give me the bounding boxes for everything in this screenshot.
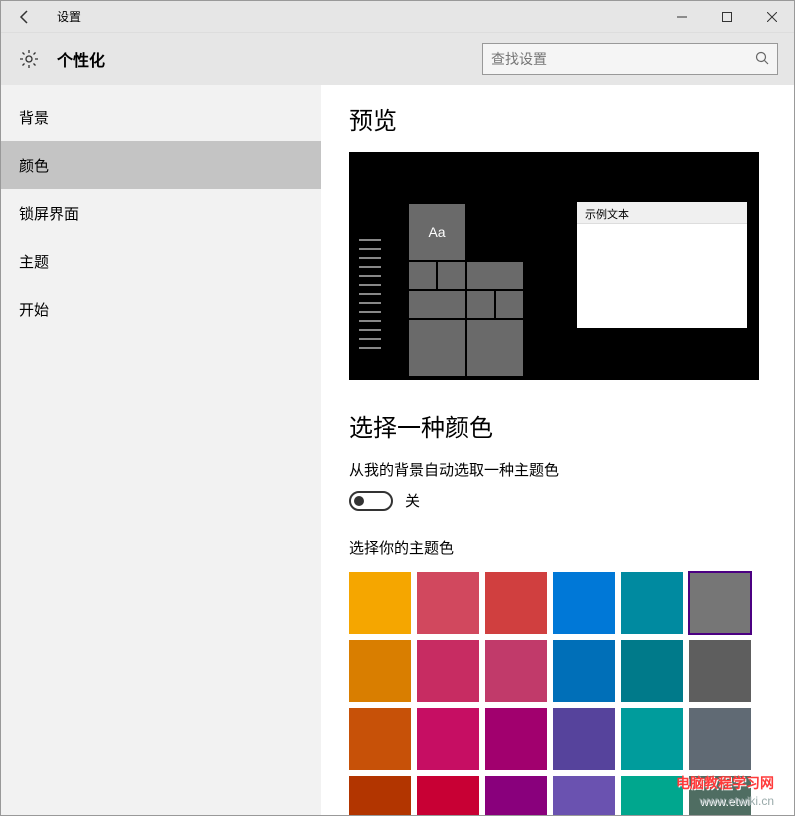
toggle-state-label: 关 xyxy=(405,490,420,511)
color-swatch[interactable] xyxy=(485,640,547,702)
page-title: 个性化 xyxy=(57,47,482,71)
preview-window-title: 示例文本 xyxy=(577,202,747,224)
accent-color-label: 选择你的主题色 xyxy=(349,537,766,558)
maximize-button[interactable] xyxy=(704,1,749,33)
color-swatch[interactable] xyxy=(689,776,751,815)
color-swatch[interactable] xyxy=(689,572,751,634)
color-swatches xyxy=(349,572,766,815)
preview-panel: Aa 示例文本 xyxy=(349,152,759,380)
color-swatch[interactable] xyxy=(621,776,683,815)
window-title: 设置 xyxy=(49,8,659,25)
color-swatch[interactable] xyxy=(689,640,751,702)
header: 个性化 xyxy=(1,33,794,85)
window-controls xyxy=(659,1,794,33)
color-swatch[interactable] xyxy=(553,776,615,815)
sidebar-item-0[interactable]: 背景 xyxy=(1,93,321,141)
color-swatch[interactable] xyxy=(349,640,411,702)
preview-start-menu: Aa xyxy=(409,204,537,356)
color-swatch[interactable] xyxy=(349,776,411,815)
auto-pick-toggle-row: 关 xyxy=(349,490,766,511)
preview-heading: 预览 xyxy=(349,101,766,136)
sidebar-item-4[interactable]: 开始 xyxy=(1,285,321,333)
color-swatch[interactable] xyxy=(621,572,683,634)
choose-color-heading: 选择一种颜色 xyxy=(349,408,766,443)
color-swatch[interactable] xyxy=(553,572,615,634)
color-swatch[interactable] xyxy=(485,776,547,815)
search-input[interactable] xyxy=(491,51,755,67)
color-swatch[interactable] xyxy=(349,572,411,634)
color-swatch[interactable] xyxy=(621,640,683,702)
titlebar: 设置 xyxy=(1,1,794,33)
preview-taskbar-lines xyxy=(359,232,389,356)
sidebar-item-1[interactable]: 颜色 xyxy=(1,141,321,189)
close-button[interactable] xyxy=(749,1,794,33)
color-swatch[interactable] xyxy=(553,640,615,702)
color-swatch[interactable] xyxy=(485,572,547,634)
sidebar-item-3[interactable]: 主题 xyxy=(1,237,321,285)
main-content: 预览 Aa 示例文本 选择一种颜色 从我的背景自动选取一种主题色 关 选择你的主… xyxy=(321,85,794,815)
color-swatch[interactable] xyxy=(621,708,683,770)
color-swatch[interactable] xyxy=(417,776,479,815)
search-box[interactable] xyxy=(482,43,778,75)
gear-icon xyxy=(17,47,41,71)
preview-aa-tile: Aa xyxy=(409,204,465,260)
auto-pick-toggle[interactable] xyxy=(349,491,393,511)
auto-pick-label: 从我的背景自动选取一种主题色 xyxy=(349,459,766,480)
color-swatch[interactable] xyxy=(349,708,411,770)
sidebar-item-2[interactable]: 锁屏界面 xyxy=(1,189,321,237)
color-swatch[interactable] xyxy=(485,708,547,770)
preview-window: 示例文本 xyxy=(577,202,747,328)
color-swatch[interactable] xyxy=(417,708,479,770)
color-swatch[interactable] xyxy=(553,708,615,770)
color-swatch[interactable] xyxy=(417,572,479,634)
search-icon xyxy=(755,51,769,68)
sidebar: 背景颜色锁屏界面主题开始 xyxy=(1,85,321,815)
color-swatch[interactable] xyxy=(417,640,479,702)
minimize-button[interactable] xyxy=(659,1,704,33)
back-button[interactable] xyxy=(1,1,49,33)
color-swatch[interactable] xyxy=(689,708,751,770)
